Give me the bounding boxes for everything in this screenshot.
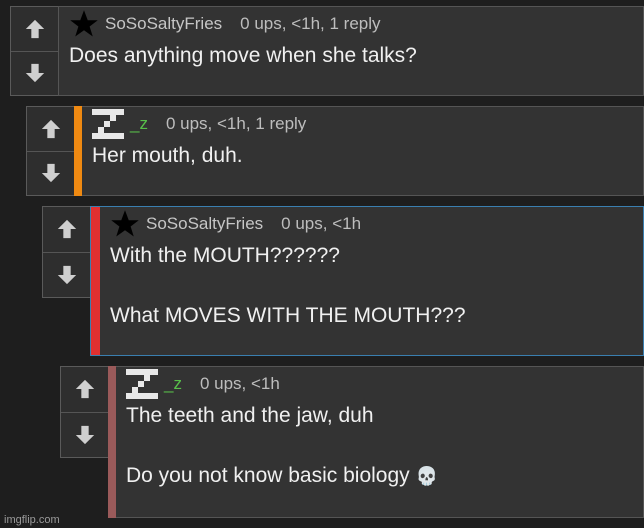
comment-header: SoSoSaltyFries 0 ups, <1h, 1 reply: [59, 7, 643, 41]
upvote-button[interactable]: [27, 107, 74, 152]
username-link[interactable]: SoSoSaltyFries: [105, 14, 222, 34]
comment-meta: 0 ups, <1h: [281, 214, 362, 233]
thread-accent-bar: [90, 206, 100, 356]
imgflip-watermark: imgflip.com: [4, 514, 60, 526]
comment-3: SoSoSaltyFries 0 ups, <1h With the MOUTH…: [42, 206, 644, 356]
comment-body: _z 0 ups, <1h The teeth and the jaw, duh…: [116, 366, 644, 518]
comment-header: _z 0 ups, <1h, 1 reply: [82, 107, 643, 141]
arrow-down-icon: [25, 64, 44, 83]
z-pixel-icon[interactable]: [126, 369, 158, 399]
vote-controls: [60, 366, 108, 458]
comment-1: SoSoSaltyFries 0 ups, <1h, 1 reply Does …: [10, 6, 644, 96]
downvote-button[interactable]: [61, 413, 108, 458]
arrow-up-icon: [57, 220, 76, 239]
arrow-up-icon: [41, 119, 60, 138]
comment-header: SoSoSaltyFries 0 ups, <1h: [100, 207, 643, 241]
comment-body: SoSoSaltyFries 0 ups, <1h With the MOUTH…: [100, 206, 644, 356]
comment-text-content: The teeth and the jaw, duh Do you not kn…: [126, 404, 410, 487]
comment-meta: 0 ups, <1h: [199, 374, 280, 393]
username-link[interactable]: _z: [164, 374, 182, 394]
comment-2: _z 0 ups, <1h, 1 reply Her mouth, duh.: [26, 106, 644, 196]
username-link[interactable]: SoSoSaltyFries: [146, 214, 263, 234]
comment-meta: 0 ups, <1h, 1 reply: [240, 14, 381, 33]
upvote-button[interactable]: [43, 207, 90, 253]
arrow-up-icon: [25, 19, 44, 38]
z-pixel-icon[interactable]: [92, 109, 124, 139]
arrow-down-icon: [75, 425, 94, 444]
star-icon[interactable]: [69, 9, 99, 39]
username-link[interactable]: _z: [130, 114, 148, 134]
downvote-button[interactable]: [27, 152, 74, 196]
downvote-button[interactable]: [43, 253, 90, 298]
comment-body: SoSoSaltyFries 0 ups, <1h, 1 reply Does …: [58, 6, 644, 96]
thread-accent-bar: [108, 366, 116, 518]
arrow-down-icon: [57, 265, 76, 284]
comment-text: Her mouth, duh.: [92, 144, 243, 167]
comment-body: _z 0 ups, <1h, 1 reply Her mouth, duh.: [82, 106, 644, 196]
comment-text: With the MOUTH?????? What MOVES WITH THE…: [110, 244, 466, 327]
comment-4: _z 0 ups, <1h The teeth and the jaw, duh…: [60, 366, 644, 518]
vote-controls: [42, 206, 90, 298]
upvote-button[interactable]: [61, 367, 108, 413]
arrow-down-icon: [41, 164, 60, 183]
comment-text: Does anything move when she talks?: [69, 44, 417, 67]
comment-text: The teeth and the jaw, duh Do you not kn…: [116, 401, 643, 491]
comment-header: _z 0 ups, <1h: [116, 367, 643, 401]
skull-icon: 💀: [415, 466, 439, 486]
thread-accent-bar: [74, 106, 82, 196]
vote-controls: [26, 106, 74, 196]
comment-meta: 0 ups, <1h, 1 reply: [165, 114, 307, 133]
downvote-button[interactable]: [11, 52, 58, 96]
arrow-up-icon: [75, 380, 94, 399]
star-icon[interactable]: [110, 209, 140, 239]
vote-controls: [10, 6, 58, 96]
upvote-button[interactable]: [11, 7, 58, 52]
